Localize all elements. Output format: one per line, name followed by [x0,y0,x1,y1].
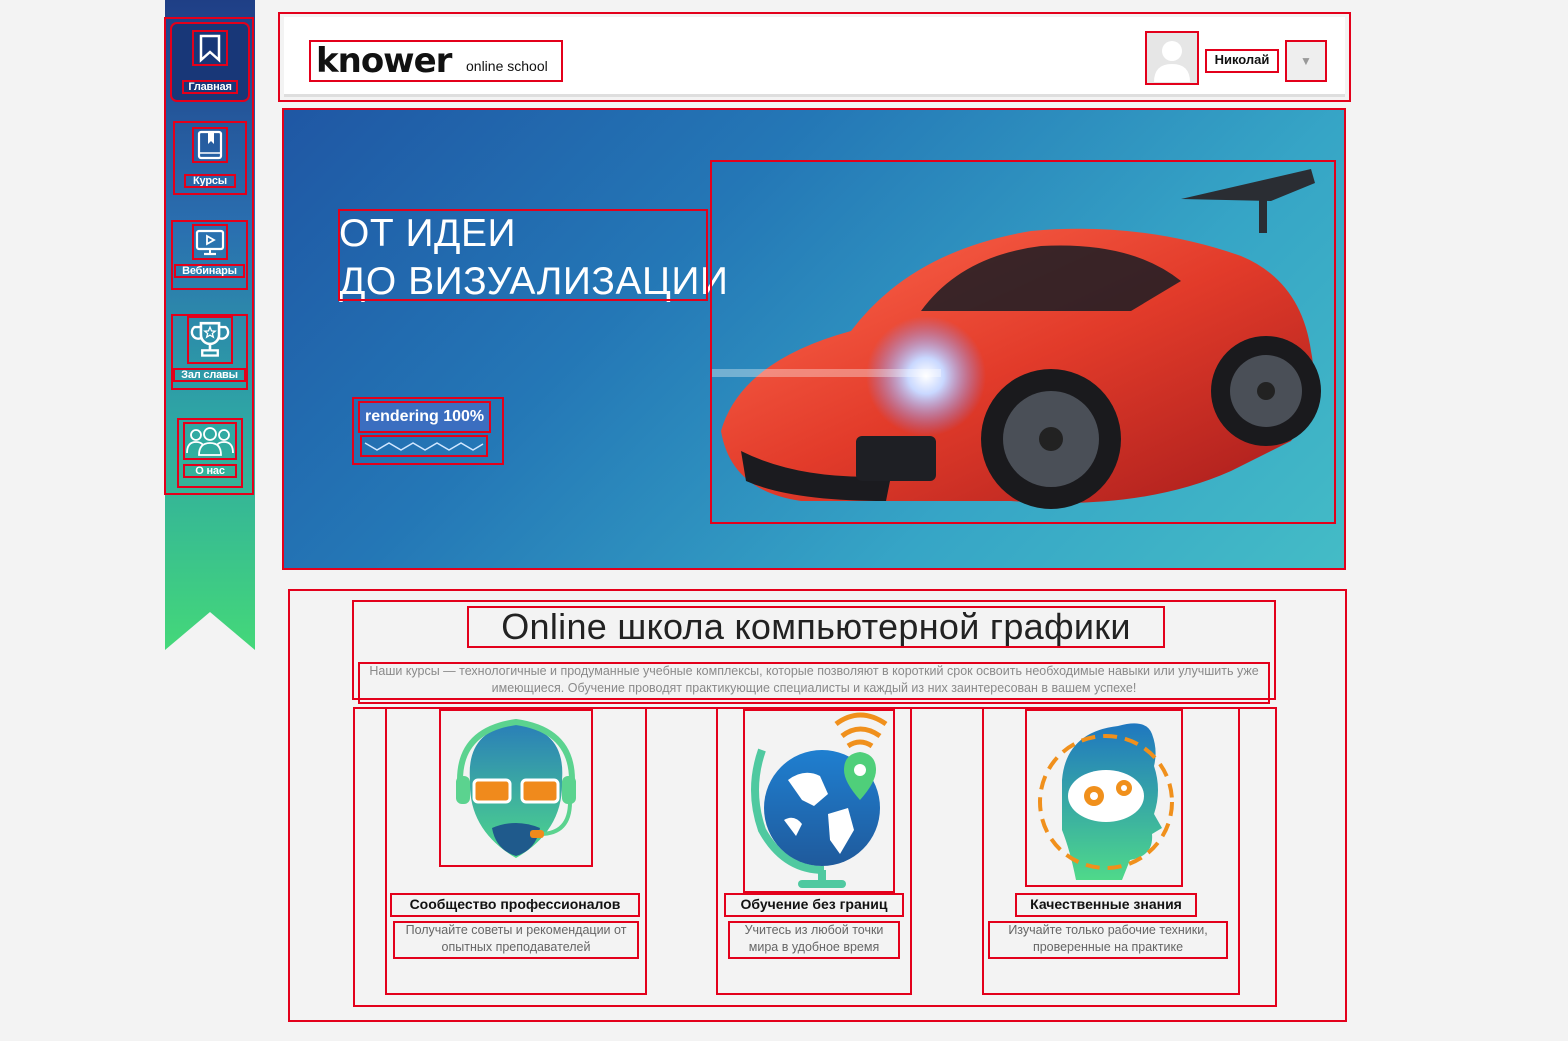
feature-card-community: Сообщество профессионалов Получайте сове… [385,707,647,995]
main-content: Online школа компьютерной графики Наши к… [288,589,1347,1022]
header-bar: knower online school Николай ▼ [284,17,1345,97]
sidebar-item-label: Курсы [184,174,236,188]
feature-card-no-borders: Обучение без границ Учитесь из любой точ… [716,707,912,995]
rendering-badge: rendering 100% [357,401,492,433]
username: Николай [1205,49,1279,73]
bookmark-icon [192,30,228,66]
logo-tagline: online school [466,58,548,74]
feature-card-quality: Качественные знания Изучайте только рабо… [982,707,1240,995]
avatar[interactable] [1145,31,1199,85]
sidebar-item-courses[interactable]: Курсы [173,121,247,195]
logo-wordmark: knower [316,41,452,81]
sidebar-item-label: Зал славы [173,368,246,382]
user-silhouette-icon [1154,41,1190,82]
sidebar-nav: Главная Курсы Вебинары Зал славы О нас [164,17,254,495]
feature-description: Учитесь из любой точки мира в удобное вр… [728,921,900,959]
zigzag-decoration [360,435,488,457]
monitor-play-icon [191,224,228,260]
people-icon [183,422,237,460]
feature-title: Сообщество профессионалов [390,893,640,917]
feature-description: Получайте советы и рекомендации от опытн… [393,921,639,959]
hero-title-line-1: ОТ ИДЕИ [339,212,516,255]
intro-description: Наши курсы — технологичные и продуманные… [358,662,1270,704]
hero-car-image [710,160,1336,524]
head-gears-icon [1025,709,1183,887]
sidebar-ribbon: Главная Курсы Вебинары Зал славы О нас [164,0,255,650]
features-row: Сообщество профессионалов Получайте сове… [353,707,1277,1007]
user-menu-dropdown-button[interactable]: ▼ [1285,40,1327,82]
ribbon-tail [165,612,255,650]
feature-title: Обучение без границ [724,893,904,917]
sidebar-item-hall-of-fame[interactable]: Зал славы [171,314,248,390]
hero-badge-group: rendering 100% [352,397,504,465]
top-header: knower online school Николай ▼ [278,12,1351,102]
hero-title-line-2: ДО ВИЗУАЛИЗАЦИИ [339,260,729,303]
logo[interactable]: knower online school [309,40,563,82]
sidebar-item-webinars[interactable]: Вебинары [171,220,248,290]
globe-location-icon [743,709,895,893]
intro-section: Online школа компьютерной графики Наши к… [352,600,1276,704]
hero-title: ОТ ИДЕИ ДО ВИЗУАЛИЗАЦИИ [338,209,728,303]
book-icon [192,127,228,163]
hero-banner: ОТ ИДЕИ ДО ВИЗУАЛИЗАЦИИ rendering 100% [282,108,1346,570]
trophy-icon [186,316,233,364]
sidebar-item-home[interactable]: Главная [170,22,250,102]
sidebar-item-label: Главная [182,80,238,94]
sidebar-item-label: О нас [183,464,237,478]
headset-man-icon [439,709,593,867]
feature-description: Изучайте только рабочие техники, провере… [988,921,1228,959]
feature-title: Качественные знания [1015,893,1197,917]
page-title: Online школа компьютерной графики [467,606,1165,648]
sidebar-item-label: Вебинары [174,264,245,278]
sidebar-item-about[interactable]: О нас [177,418,243,488]
